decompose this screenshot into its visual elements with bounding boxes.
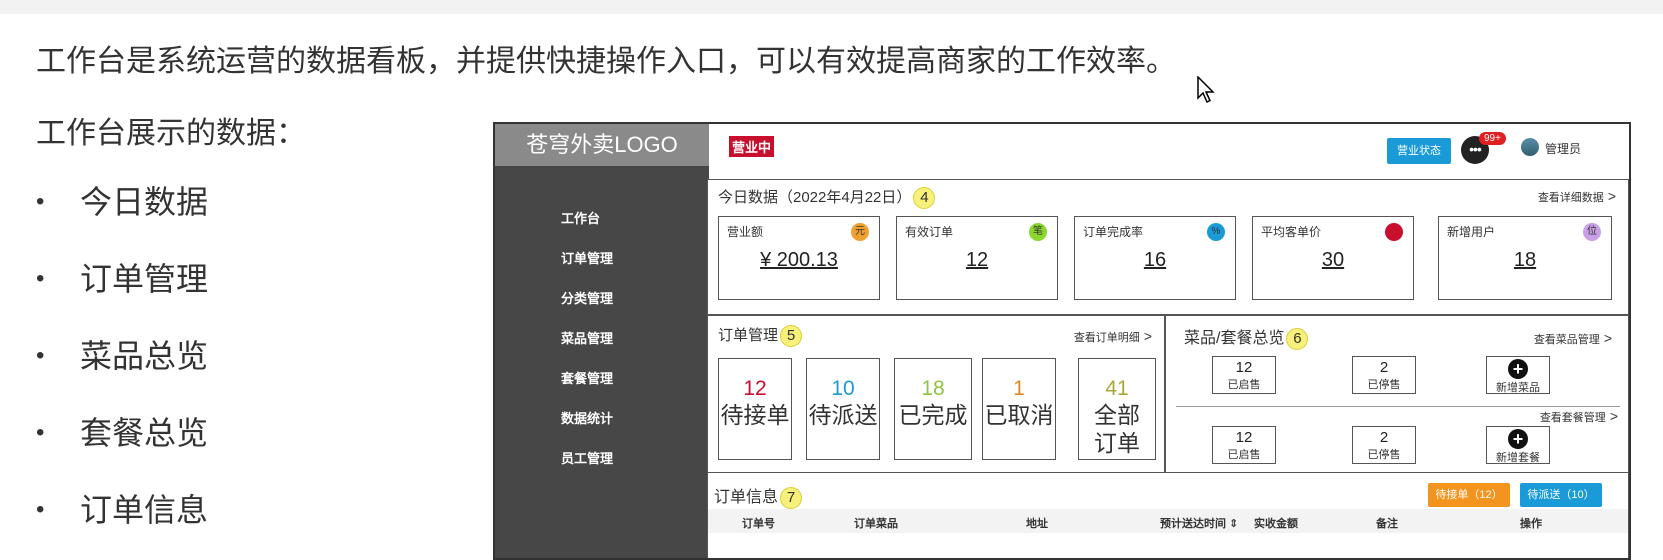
stat-card-valid-orders: 有效订单 笔 12 (896, 216, 1058, 300)
user-icon: 位 (1583, 223, 1601, 241)
chevron-right-icon: > (1607, 188, 1616, 204)
status-badge: 营业中 (729, 136, 775, 157)
mouse-cursor-icon (1197, 76, 1215, 104)
sidebar-item-setmeals[interactable]: 套餐管理 (561, 368, 613, 408)
subheading: 工作台展示的数据： (36, 117, 306, 150)
bullet-item: • 今日数据 (36, 184, 209, 220)
column-header-actions: 操作 (1520, 518, 1542, 530)
dish-off-sale[interactable]: 2 已停售 (1352, 356, 1416, 394)
order-info-title: 订单信息 (714, 489, 779, 506)
intro-text: 工作台是系统运营的数据看板，并提供快捷操作入口，可以有效提高商家的工作效率。 (36, 45, 1176, 78)
order-management-panel: 订单管理 5 查看订单明细 > 12 待接单 10 待派送 18 已完成 1 已取消… (707, 315, 1165, 485)
order-status-all[interactable]: 41 全部订单 (1078, 358, 1156, 460)
order-management-title: 订单管理 (718, 327, 779, 344)
stat-card-avg-price: 平均客单价 30 (1252, 216, 1414, 300)
section-number-badge: 6 (1286, 327, 1309, 350)
top-strip (0, 0, 1663, 14)
pending-orders-button[interactable]: 待接单（12） (1428, 483, 1510, 507)
divider (1176, 406, 1620, 407)
bullet-item: • 菜品总览 (36, 338, 209, 374)
stat-card-completion-rate: 订单完成率 % 16 (1074, 216, 1236, 300)
dish-setmeal-overview-panel: 菜品/套餐总览 6 查看菜品管理 > 12 已启售 2 已停售 + 新增菜品 查看套… (1165, 315, 1629, 485)
to-deliver-orders-button[interactable]: 待派送（10） (1520, 483, 1602, 507)
stat-card-revenue: 营业额 元 ¥ 200.13 (718, 216, 880, 300)
section-number-badge: 5 (780, 325, 803, 348)
chevron-right-icon: > (1609, 408, 1618, 424)
bullet-item: • 订单管理 (36, 261, 209, 297)
sidebar: 苍穹外卖LOGO 工作台 订单管理 分类管理 菜品管理 套餐管理 数据统计 员工… (495, 124, 709, 558)
logo: 苍穹外卖LOGO (495, 124, 709, 166)
today-data-title: 今日数据（2022年4月22日） (718, 189, 912, 206)
column-header-eta[interactable]: 预计送达时间 ⇕ (1160, 515, 1238, 531)
column-header-dishes: 订单菜品 (854, 518, 898, 530)
column-header-amount: 实收金额 (1254, 518, 1298, 530)
dish-on-sale[interactable]: 12 已启售 (1212, 356, 1276, 394)
price-icon (1385, 223, 1403, 241)
sidebar-item-categories[interactable]: 分类管理 (561, 288, 613, 328)
order-status-to-deliver[interactable]: 10 待派送 (806, 358, 880, 460)
sidebar-item-orders[interactable]: 订单管理 (561, 248, 613, 288)
view-detail-data-link[interactable]: 查看详细数据 > (1538, 188, 1616, 205)
setmeal-on-sale[interactable]: 12 已启售 (1212, 426, 1276, 464)
business-status-button[interactable]: 营业状态 (1387, 138, 1451, 164)
section-number-badge: 7 (780, 486, 803, 509)
bullet-item: • 订单信息 (36, 492, 209, 528)
stat-value[interactable]: 16 (1075, 249, 1235, 272)
sidebar-item-workbench[interactable]: 工作台 (561, 208, 613, 248)
sidebar-item-dishes[interactable]: 菜品管理 (561, 328, 613, 368)
section-number-badge: 4 (913, 187, 936, 210)
order-status-completed[interactable]: 18 已完成 (894, 358, 972, 460)
stat-value[interactable]: 18 (1439, 249, 1611, 272)
mock-header: 营业中 营业状态 ••• 99+ 管理员 (709, 124, 1629, 184)
plus-icon: + (1508, 359, 1528, 379)
order-count-icon: 笔 (1029, 223, 1047, 241)
avatar[interactable] (1521, 138, 1539, 156)
order-status-pending[interactable]: 12 待接单 (718, 358, 792, 460)
bullet-list: • 今日数据 • 订单管理 • 菜品总览 • 套餐总览 • 订单信息 (36, 180, 208, 560)
plus-icon: + (1508, 429, 1528, 449)
sidebar-item-statistics[interactable]: 数据统计 (561, 408, 613, 448)
message-count-badge: 99+ (1479, 132, 1506, 145)
stat-card-new-users: 新增用户 位 18 (1438, 216, 1612, 300)
yuan-icon: 元 (851, 223, 869, 241)
chevron-right-icon: > (1603, 330, 1612, 346)
view-setmeal-management-link[interactable]: 查看套餐管理 > (1540, 408, 1618, 425)
view-order-detail-link[interactable]: 查看订单明细 > (1074, 328, 1152, 345)
today-data-panel: 今日数据（2022年4月22日） 4 查看详细数据 > 营业额 元 ¥ 200.13… (707, 179, 1629, 315)
column-header-order-no: 订单号 (742, 518, 775, 530)
sidebar-nav: 工作台 订单管理 分类管理 菜品管理 套餐管理 数据统计 员工管理 (561, 208, 613, 488)
setmeal-off-sale[interactable]: 2 已停售 (1352, 426, 1416, 464)
stat-value[interactable]: 30 (1253, 249, 1413, 272)
dish-overview-title: 菜品/套餐总览 (1184, 330, 1285, 347)
order-info-panel: 订单信息 7 待接单（12） 待派送（10） 订单号 订单菜品 地址 预计送达时间… (707, 472, 1629, 558)
column-header-address: 地址 (1026, 518, 1048, 530)
column-header-remark: 备注 (1376, 518, 1398, 530)
view-dish-management-link[interactable]: 查看菜品管理 > (1534, 330, 1612, 347)
stat-value[interactable]: 12 (897, 249, 1057, 272)
chevron-right-icon: > (1143, 328, 1152, 344)
sidebar-item-employees[interactable]: 员工管理 (561, 448, 613, 488)
stat-value[interactable]: ¥ 200.13 (719, 249, 879, 272)
add-setmeal-button[interactable]: + 新增套餐 (1486, 426, 1550, 464)
add-dish-button[interactable]: + 新增菜品 (1486, 356, 1550, 394)
admin-name[interactable]: 管理员 (1545, 140, 1581, 157)
percent-icon: % (1207, 223, 1225, 241)
order-status-cancelled[interactable]: 1 已取消 (982, 358, 1056, 460)
bullet-item: • 套餐总览 (36, 415, 209, 451)
dashboard-mockup: 苍穹外卖LOGO 工作台 订单管理 分类管理 菜品管理 套餐管理 数据统计 员工… (493, 122, 1631, 560)
